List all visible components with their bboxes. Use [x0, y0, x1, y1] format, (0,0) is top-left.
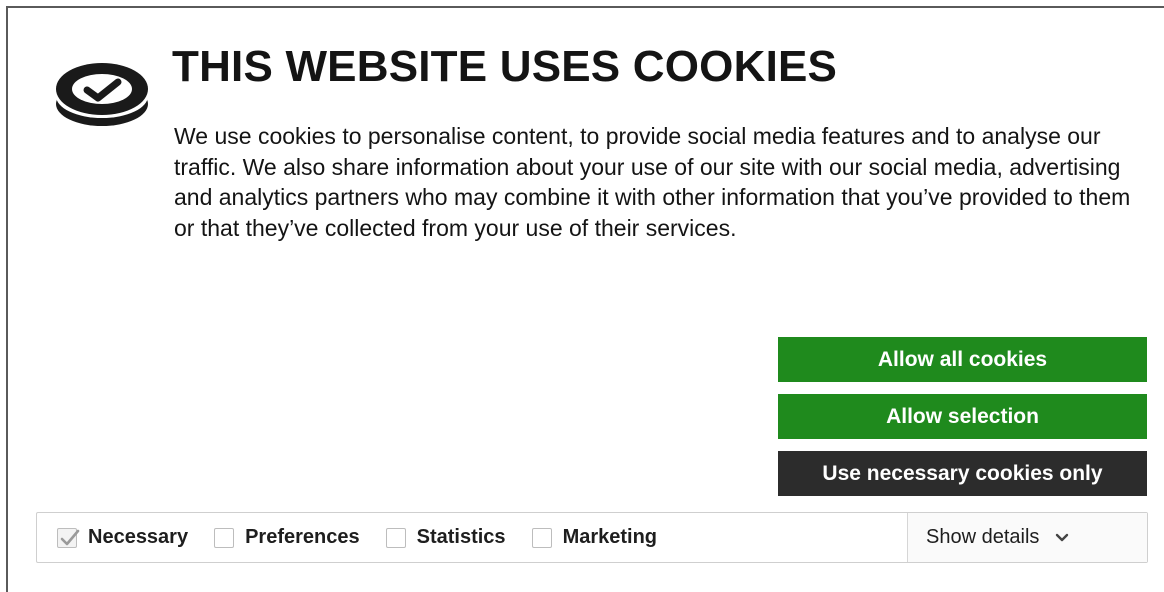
preferences-checkbox[interactable]	[214, 527, 235, 548]
checkmark-icon	[60, 529, 80, 545]
cookie-check-icon	[56, 63, 148, 126]
allow-all-cookies-button[interactable]: Allow all cookies	[778, 337, 1147, 382]
show-details-label: Show details	[926, 526, 1040, 548]
chevron-down-icon	[1056, 533, 1069, 541]
cookie-banner	[6, 6, 1164, 592]
use-necessary-only-button[interactable]: Use necessary cookies only	[778, 451, 1147, 496]
checkbox-preferences[interactable]: Preferences	[214, 526, 360, 549]
cookie-checkbox-group: Necessary Preferences Statistics Marketi…	[37, 513, 907, 562]
checkbox-statistics[interactable]: Statistics	[385, 526, 506, 549]
checkbox-label-necessary: Necessary	[88, 526, 189, 548]
checkbox-label-marketing: Marketing	[562, 526, 658, 548]
cookie-options-bar: Necessary Preferences Statistics Marketi…	[36, 512, 1148, 563]
checkbox-label-preferences: Preferences	[245, 526, 360, 548]
checkbox-label-statistics: Statistics	[416, 526, 506, 548]
show-details-button[interactable]: Show details	[907, 513, 1147, 562]
statistics-checkbox[interactable]	[385, 527, 406, 548]
checkbox-marketing[interactable]: Marketing	[531, 526, 658, 549]
banner-title: THIS WEBSITE USES COOKIES	[172, 42, 838, 91]
marketing-checkbox[interactable]	[531, 527, 552, 548]
allow-selection-button[interactable]: Allow selection	[778, 394, 1147, 439]
checkbox-necessary[interactable]: Necessary	[57, 526, 188, 549]
banner-description: We use cookies to personalise content, t…	[174, 123, 1131, 241]
necessary-checkbox[interactable]	[57, 527, 80, 548]
